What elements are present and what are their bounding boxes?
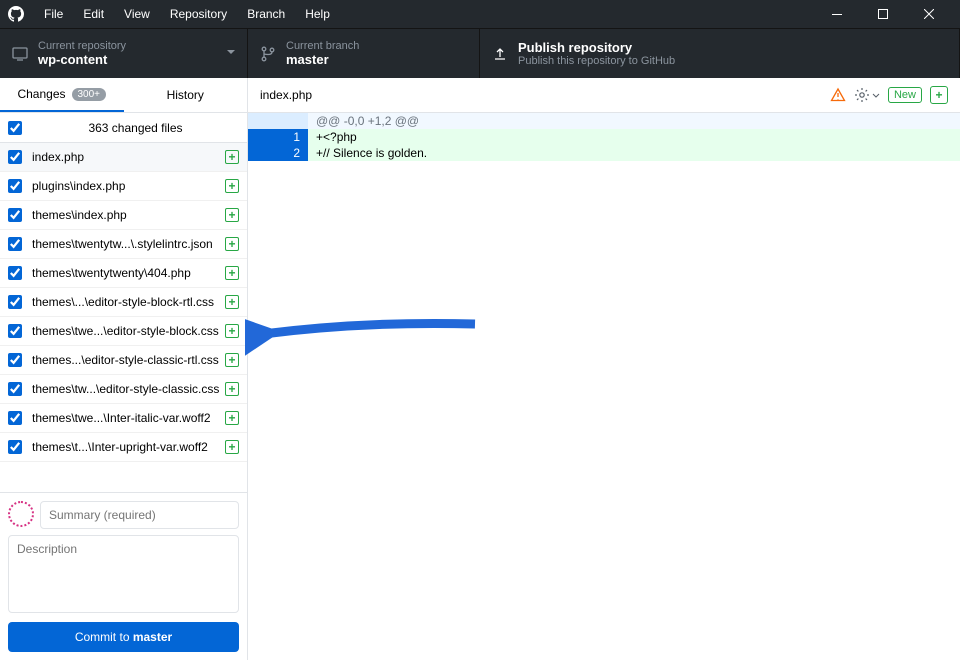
file-checkbox[interactable] [8, 150, 22, 164]
file-name: themes\twe...\editor-style-block.css [32, 324, 225, 338]
menu-edit[interactable]: Edit [75, 3, 112, 25]
menu-file[interactable]: File [36, 3, 71, 25]
file-row[interactable]: themes\twe...\editor-style-block.css+ [0, 317, 247, 346]
file-row[interactable]: themes\t...\Inter-upright-var.woff2+ [0, 433, 247, 462]
tab-history[interactable]: History [124, 78, 248, 112]
add-file-icon[interactable]: + [930, 86, 948, 104]
added-icon: + [225, 150, 239, 164]
diff-line-number: 1 [248, 129, 308, 145]
settings-dropdown[interactable] [854, 87, 880, 103]
current-branch-selector[interactable]: Current branch master [248, 29, 480, 78]
diff-line: +// Silence is golden. [308, 145, 960, 161]
changed-files-count: 363 changed files [32, 121, 239, 135]
menu-help[interactable]: Help [297, 3, 338, 25]
added-icon: + [225, 266, 239, 280]
changes-badge: 300+ [72, 88, 107, 101]
file-row[interactable]: themes\twentytwenty\404.php+ [0, 259, 247, 288]
diff-line: +<?php [308, 129, 960, 145]
menu-bar: File Edit View Repository Branch Help [36, 3, 338, 25]
file-name: themes\t...\Inter-upright-var.woff2 [32, 440, 225, 454]
repo-label: Current repository [38, 40, 126, 52]
file-checkbox[interactable] [8, 295, 22, 309]
current-repository-selector[interactable]: Current repository wp-content [0, 29, 248, 78]
diff-line-number: 2 [248, 145, 308, 161]
file-row[interactable]: themes\...\editor-style-block-rtl.css+ [0, 288, 247, 317]
branch-icon [260, 46, 276, 62]
publish-repository-button[interactable]: Publish repository Publish this reposito… [480, 29, 960, 78]
menu-branch[interactable]: Branch [239, 3, 293, 25]
file-checkbox[interactable] [8, 382, 22, 396]
repo-value: wp-content [38, 52, 126, 67]
file-row[interactable]: themes...\editor-style-classic-rtl.css+ [0, 346, 247, 375]
added-icon: + [225, 208, 239, 222]
file-row[interactable]: themes\twe...\Inter-italic-var.woff2+ [0, 404, 247, 433]
file-name: themes...\editor-style-classic-rtl.css [32, 353, 225, 367]
diff-hunk-header: @@ -0,0 +1,2 @@ [308, 113, 960, 129]
menu-view[interactable]: View [116, 3, 158, 25]
branch-label: Current branch [286, 40, 359, 52]
file-name: index.php [32, 150, 225, 164]
commit-summary-input[interactable] [40, 501, 239, 529]
github-logo-icon [8, 6, 24, 22]
file-checkbox[interactable] [8, 237, 22, 251]
publish-subtitle: Publish this repository to GitHub [518, 55, 675, 67]
file-name: plugins\index.php [32, 179, 225, 193]
avatar [8, 501, 34, 527]
file-row[interactable]: index.php+ [0, 143, 247, 172]
chevron-down-icon [872, 93, 880, 98]
maximize-button[interactable] [860, 0, 906, 28]
file-name: themes\tw...\editor-style-classic.css [32, 382, 225, 396]
file-checkbox[interactable] [8, 324, 22, 338]
file-checkbox[interactable] [8, 411, 22, 425]
file-checkbox[interactable] [8, 440, 22, 454]
file-row[interactable]: themes\twentytw...\.stylelintrc.json+ [0, 230, 247, 259]
upload-icon [492, 46, 508, 62]
file-name: themes\twe...\Inter-italic-var.woff2 [32, 411, 225, 425]
minimize-button[interactable] [814, 0, 860, 28]
commit-button[interactable]: Commit to master [8, 622, 239, 652]
tab-changes[interactable]: Changes 300+ [0, 78, 124, 112]
gear-icon [854, 87, 870, 103]
monitor-icon [12, 46, 28, 62]
added-icon: + [225, 411, 239, 425]
branch-value: master [286, 52, 359, 67]
added-icon: + [225, 440, 239, 454]
added-icon: + [225, 295, 239, 309]
file-name: themes\...\editor-style-block-rtl.css [32, 295, 225, 309]
added-icon: + [225, 324, 239, 338]
file-checkbox[interactable] [8, 208, 22, 222]
select-all-checkbox[interactable] [8, 121, 22, 135]
diff-view: @@ -0,0 +1,2 @@ 1+<?php 2+// Silence is … [248, 113, 960, 161]
open-file-name: index.php [260, 88, 830, 102]
file-row[interactable]: themes\tw...\editor-style-classic.css+ [0, 375, 247, 404]
close-button[interactable] [906, 0, 952, 28]
file-row[interactable]: themes\index.php+ [0, 201, 247, 230]
file-row[interactable]: plugins\index.php+ [0, 172, 247, 201]
file-checkbox[interactable] [8, 266, 22, 280]
file-name: themes\twentytwenty\404.php [32, 266, 225, 280]
menu-repository[interactable]: Repository [162, 3, 235, 25]
commit-description-input[interactable] [8, 535, 239, 613]
added-icon: + [225, 382, 239, 396]
added-icon: + [225, 353, 239, 367]
added-icon: + [225, 179, 239, 193]
added-icon: + [225, 237, 239, 251]
file-name: themes\index.php [32, 208, 225, 222]
file-checkbox[interactable] [8, 353, 22, 367]
warning-icon[interactable] [830, 87, 846, 103]
file-checkbox[interactable] [8, 179, 22, 193]
new-badge: New [888, 87, 922, 103]
file-name: themes\twentytw...\.stylelintrc.json [32, 237, 225, 251]
file-list: index.php+plugins\index.php+themes\index… [0, 143, 247, 492]
tab-changes-label: Changes [17, 87, 65, 101]
publish-title: Publish repository [518, 40, 675, 55]
